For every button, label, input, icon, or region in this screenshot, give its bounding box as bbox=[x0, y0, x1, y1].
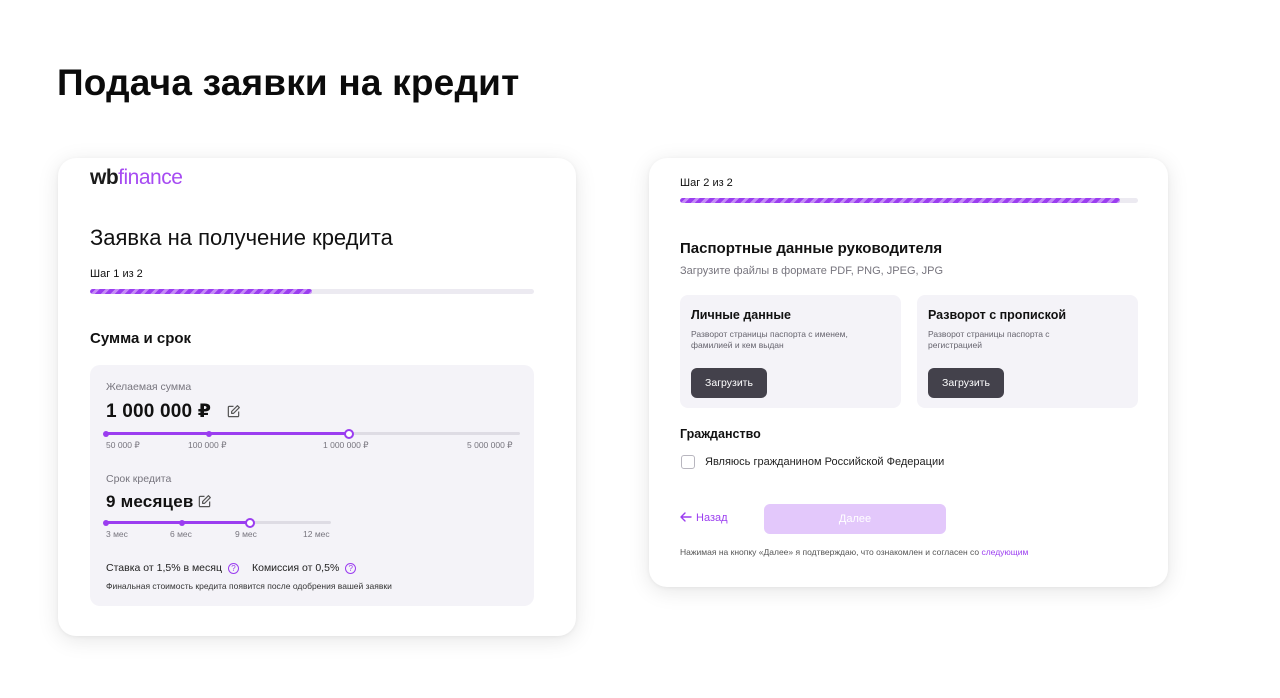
amount-slider-thumb[interactable] bbox=[344, 428, 354, 439]
term-slider-stop bbox=[103, 519, 109, 526]
loan-application-step1-card: wbfinance Заявка на получение кредита Ша… bbox=[58, 158, 576, 636]
upload-registration-button[interactable]: Загрузить bbox=[928, 368, 1004, 398]
step-progress-bar bbox=[90, 289, 534, 294]
back-button[interactable]: Назад bbox=[680, 512, 728, 524]
step-label: Шаг 1 из 2 bbox=[90, 268, 143, 280]
amount-value: 1 000 000 ₽ bbox=[106, 401, 212, 422]
final-cost-note: Финальная стоимость кредита появится пос… bbox=[106, 581, 392, 591]
amount-tick: 100 000 ₽ bbox=[188, 440, 227, 450]
upload-description: Разворот страницы паспорта с регистрацие… bbox=[928, 329, 1050, 350]
term-tick: 3 мес bbox=[106, 529, 128, 539]
step-progress-bar bbox=[680, 198, 1138, 203]
step-progress-fill bbox=[680, 198, 1120, 203]
arrow-left-icon bbox=[680, 512, 692, 522]
loan-params-panel: Желаемая сумма 1 000 000 ₽ 50 000 ₽ 100 … bbox=[90, 365, 534, 606]
upload-title: Личные данные bbox=[691, 308, 791, 322]
amount-tick: 50 000 ₽ bbox=[106, 440, 140, 450]
passport-heading: Паспортные данные руководителя bbox=[680, 240, 943, 257]
edit-icon[interactable] bbox=[197, 494, 212, 509]
wbfinance-logo: wbfinance bbox=[90, 166, 183, 189]
consent-link[interactable]: следующим bbox=[981, 547, 1028, 557]
amount-slider-fill bbox=[106, 432, 349, 435]
step-progress-fill bbox=[90, 289, 312, 294]
upload-title: Разворот с пропиской bbox=[928, 308, 1067, 322]
upload-registration-page: Разворот с пропиской Разворот страницы п… bbox=[917, 295, 1138, 408]
section-title-amount-term: Сумма и срок bbox=[90, 330, 192, 347]
loan-application-step2-card: Шаг 2 из 2 Паспортные данные руководител… bbox=[649, 158, 1168, 587]
commission-info: Комиссия от 0,5%? bbox=[252, 562, 357, 574]
consent-text: Нажимая на кнопку «Далее» я подтверждаю,… bbox=[680, 547, 1029, 557]
citizenship-checkbox-label[interactable]: Являюсь гражданином Российской Федерации bbox=[705, 456, 944, 468]
amount-tick: 5 000 000 ₽ bbox=[467, 440, 513, 450]
next-button[interactable]: Далее bbox=[764, 504, 946, 534]
term-slider-fill bbox=[106, 521, 250, 524]
citizenship-checkbox[interactable] bbox=[681, 455, 695, 469]
term-slider-stop bbox=[179, 519, 185, 526]
upload-personal-button[interactable]: Загрузить bbox=[691, 368, 767, 398]
edit-icon[interactable] bbox=[226, 404, 241, 419]
upload-personal-data: Личные данные Разворот страницы паспорта… bbox=[680, 295, 901, 408]
citizenship-title: Гражданство bbox=[680, 427, 761, 441]
amount-label: Желаемая сумма bbox=[106, 381, 192, 393]
term-slider[interactable] bbox=[103, 517, 331, 528]
term-value: 9 месяцев bbox=[106, 492, 194, 511]
term-tick: 12 мес bbox=[303, 529, 330, 539]
page-title: Подача заявки на кредит bbox=[57, 62, 520, 103]
rate-info: Ставка от 1,5% в месяц? bbox=[106, 562, 239, 574]
step-label: Шаг 2 из 2 bbox=[680, 177, 733, 189]
amount-slider-stop bbox=[103, 430, 109, 437]
amount-slider-stop bbox=[206, 430, 212, 437]
term-tick: 6 мес bbox=[170, 529, 192, 539]
term-label: Срок кредита bbox=[106, 473, 172, 485]
question-icon[interactable]: ? bbox=[345, 563, 357, 574]
file-format-hint: Загрузите файлы в формате PDF, PNG, JPEG… bbox=[680, 265, 944, 277]
amount-slider[interactable] bbox=[103, 428, 520, 439]
term-tick: 9 мес bbox=[235, 529, 257, 539]
question-icon[interactable]: ? bbox=[227, 563, 239, 574]
amount-tick: 1 000 000 ₽ bbox=[323, 440, 369, 450]
term-slider-thumb[interactable] bbox=[245, 517, 255, 528]
upload-description: Разворот страницы паспорта с именем, фам… bbox=[691, 329, 848, 350]
form-title: Заявка на получение кредита bbox=[90, 225, 393, 250]
